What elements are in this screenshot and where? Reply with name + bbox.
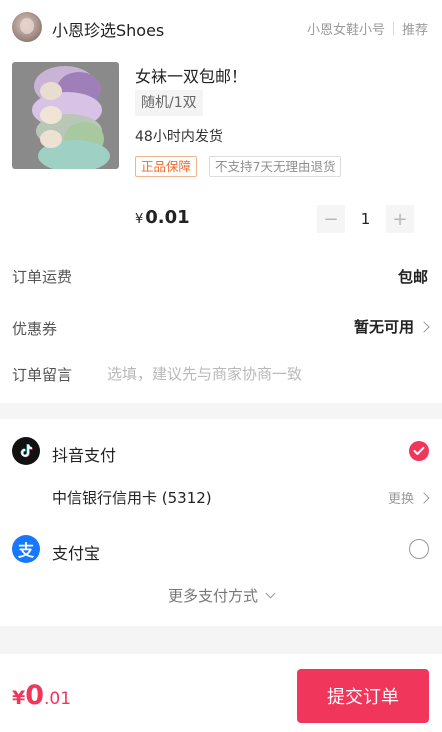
- store-avatar[interactable]: [12, 12, 42, 42]
- shop-link-recommend[interactable]: 推荐: [402, 19, 428, 38]
- submit-order-button[interactable]: 提交订单: [297, 669, 429, 723]
- price-value: 0.01: [145, 207, 190, 228]
- increase-button[interactable]: +: [386, 205, 414, 233]
- total-integer: 0: [25, 680, 45, 711]
- guarantee-tag: 正品保障: [135, 156, 198, 177]
- total-price: ¥0.01: [12, 680, 71, 711]
- douyin-pay-radio[interactable]: [409, 441, 429, 461]
- section-divider: [0, 626, 442, 654]
- product-spec[interactable]: 随机/1双: [135, 90, 203, 116]
- order-note-input[interactable]: [107, 363, 427, 385]
- chevron-down-icon: [265, 588, 276, 598]
- chevron-right-icon: [418, 320, 430, 333]
- change-card-label: 更换: [387, 492, 414, 507]
- coupon-value: 暂无可用: [353, 318, 414, 336]
- shipping-time: 48小时内发货: [135, 129, 223, 145]
- tiktok-icon: [12, 437, 40, 465]
- change-card-button[interactable]: 更换: [387, 488, 430, 507]
- quantity-stepper: − 1 +: [317, 204, 414, 234]
- shop-link-account[interactable]: 小恩女鞋小号: [307, 19, 385, 38]
- more-payment-label: 更多支付方式: [167, 587, 258, 605]
- coupon-label: 优惠券: [12, 320, 58, 338]
- unit-price: ¥0.01: [135, 207, 190, 228]
- coupon-selector[interactable]: 暂无可用: [353, 316, 430, 337]
- shipping-fee-label: 订单运费: [12, 268, 73, 286]
- total-currency: ¥: [12, 687, 26, 709]
- alipay-label[interactable]: 支付宝: [52, 540, 100, 564]
- quantity-value[interactable]: 1: [345, 210, 386, 228]
- check-icon: [413, 446, 425, 455]
- shop-link-divider: [392, 22, 394, 35]
- product-title[interactable]: 女袜一双包邮！: [135, 63, 247, 87]
- product-image[interactable]: [12, 62, 119, 169]
- order-note-label: 订单留言: [12, 366, 73, 384]
- section-divider: [0, 403, 442, 419]
- shop-links: 小恩女鞋小号 推荐: [307, 19, 428, 38]
- store-name[interactable]: 小恩珍选Shoes: [52, 17, 164, 41]
- total-decimal: .01: [44, 689, 72, 709]
- more-payment-button[interactable]: 更多支付方式: [0, 585, 442, 606]
- price-currency: ¥: [135, 212, 144, 227]
- no-return-tag: 不支持7天无理由退货: [209, 156, 342, 177]
- shipping-fee-value: 包邮: [397, 268, 428, 286]
- bank-card-label: 中信银行信用卡 (5312): [52, 489, 212, 507]
- alipay-icon: 支: [12, 535, 40, 563]
- douyin-pay-label[interactable]: 抖音支付: [52, 442, 116, 466]
- decrease-button[interactable]: −: [317, 205, 345, 233]
- alipay-radio[interactable]: [409, 539, 429, 559]
- chevron-right-icon: [418, 491, 430, 504]
